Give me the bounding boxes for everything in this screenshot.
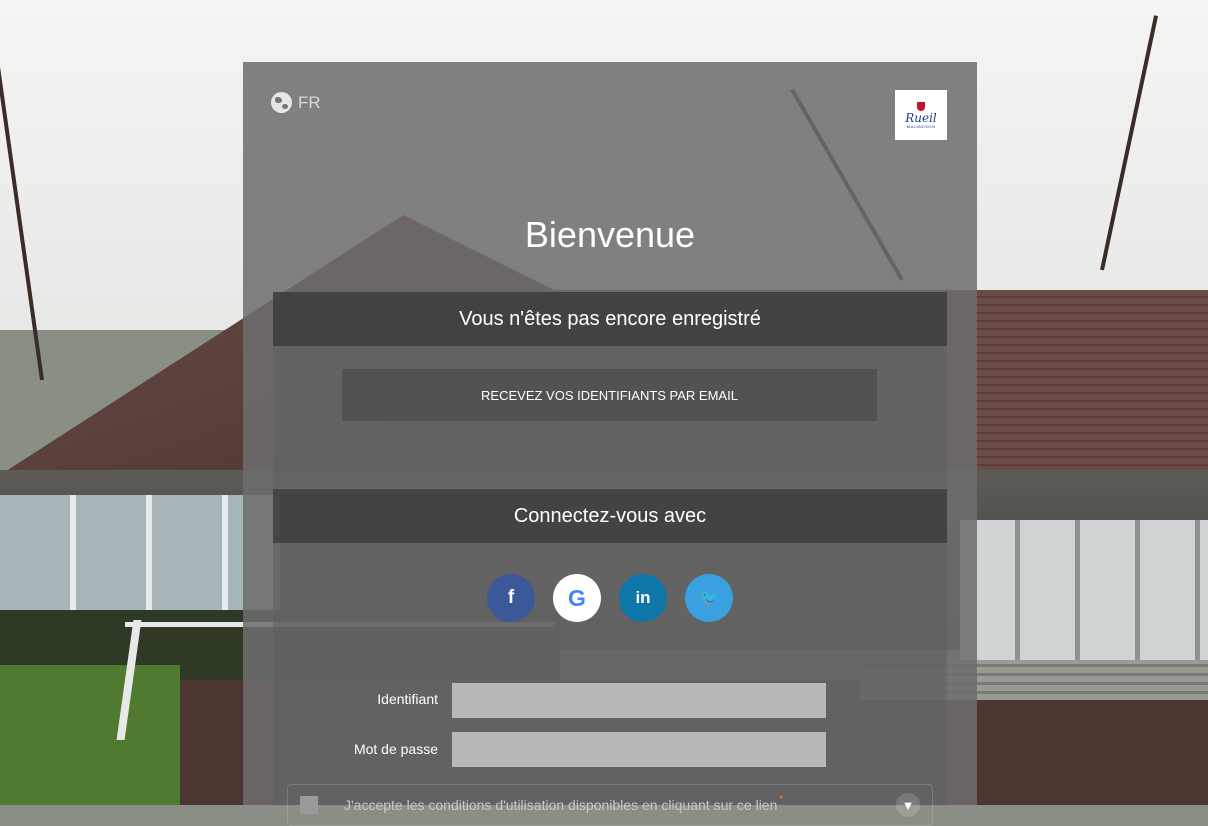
facebook-login-button[interactable]: f: [487, 574, 535, 622]
password-input[interactable]: [452, 732, 826, 767]
chevron-down-icon: ▼: [901, 797, 915, 813]
social-heading: Connectez-vous avec: [273, 489, 947, 543]
password-label: Mot de passe: [353, 741, 438, 757]
twitter-icon: 🐦: [699, 590, 719, 607]
social-login-buttons: f G in 🐦: [487, 574, 733, 622]
linkedin-login-button[interactable]: in: [619, 574, 667, 622]
expand-terms-button[interactable]: ▼: [896, 793, 920, 817]
logo-subtitle: MALMAISON: [906, 123, 936, 129]
logo-word: Rueil: [905, 110, 937, 125]
linkedin-icon: in: [635, 588, 651, 607]
google-icon: G: [568, 584, 586, 611]
username-input[interactable]: [452, 683, 826, 718]
grass: [0, 665, 180, 805]
language-selector[interactable]: FR: [271, 92, 321, 113]
shield-icon: [917, 101, 925, 111]
terms-text: J'accepte les conditions d'utilisation d…: [344, 797, 778, 813]
globe-icon: [271, 92, 292, 113]
building-windows-left: [0, 495, 280, 610]
register-heading: Vous n'êtes pas encore enregistré: [273, 292, 947, 346]
facebook-icon: f: [507, 587, 515, 608]
receive-credentials-button[interactable]: RECEVEZ VOS IDENTIFIANTS PAR EMAIL: [342, 369, 877, 421]
building-windows-right: [960, 520, 1208, 660]
terms-checkbox[interactable]: [300, 796, 318, 814]
google-login-button[interactable]: G: [553, 574, 601, 622]
terms-link[interactable]: J'accepte les conditions d'utilisation d…: [344, 794, 784, 813]
login-panel: FR Rueil MALMAISON Bienvenue Vous n'êtes…: [243, 62, 977, 826]
city-logo: Rueil MALMAISON: [895, 90, 947, 140]
required-mark: *: [779, 794, 784, 805]
username-label: Identifiant: [377, 691, 438, 707]
twitter-login-button[interactable]: 🐦: [685, 574, 733, 622]
language-code: FR: [298, 92, 321, 112]
terms-row: J'accepte les conditions d'utilisation d…: [287, 784, 933, 826]
welcome-title: Bienvenue: [524, 214, 696, 255]
